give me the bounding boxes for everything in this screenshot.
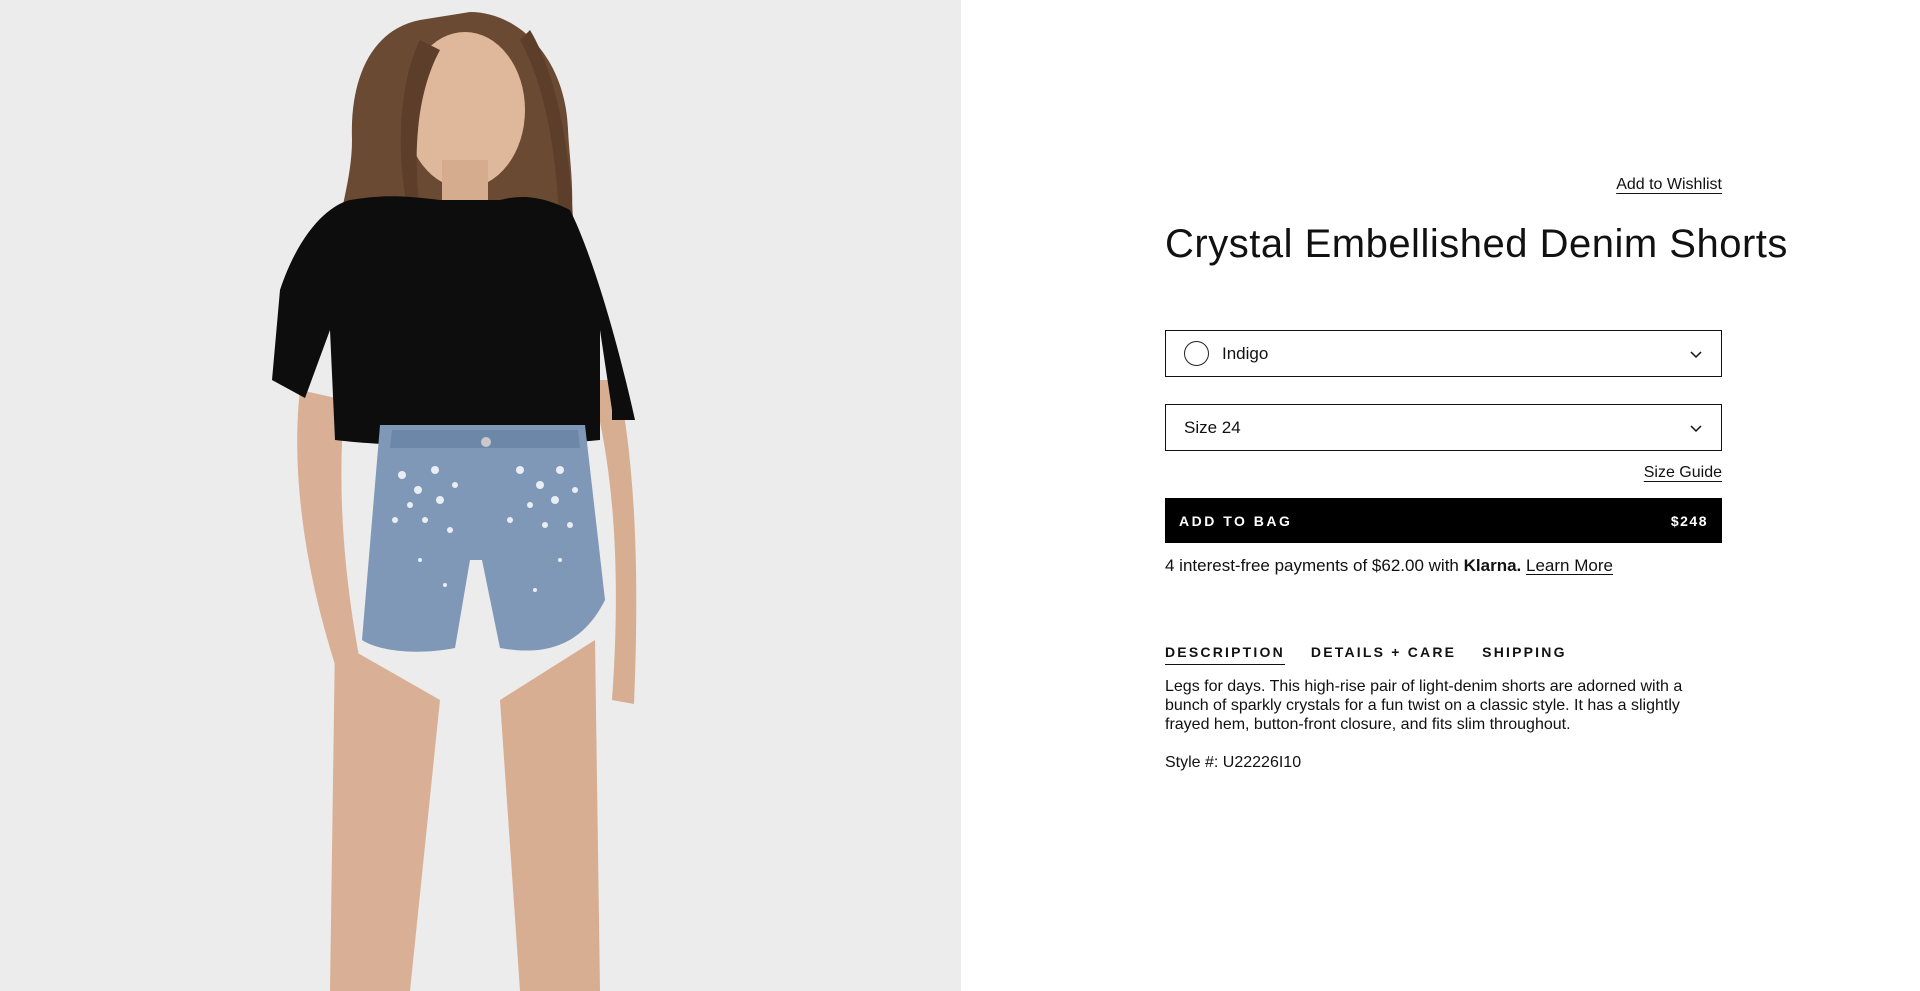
- color-select[interactable]: Indigo: [1165, 330, 1722, 377]
- product-photo-model: [0, 0, 961, 991]
- product-tabs: DESCRIPTION DETAILS + CARE SHIPPING: [1165, 644, 1567, 665]
- tab-details-care[interactable]: DETAILS + CARE: [1311, 644, 1456, 665]
- klarna-logo: Klarna.: [1463, 556, 1522, 575]
- chevron-down-icon: [1690, 424, 1702, 432]
- product-title: Crystal Embellished Denim Shorts: [1165, 222, 1788, 266]
- add-to-wishlist-link[interactable]: Add to Wishlist: [1616, 176, 1722, 194]
- klarna-learn-more-link[interactable]: Learn More: [1526, 556, 1613, 575]
- klarna-message: 4 interest-free payments of $62.00 with …: [1165, 556, 1613, 576]
- product-info-panel: Add to Wishlist Crystal Embellished Deni…: [1165, 0, 1787, 991]
- size-select-value: Size 24: [1184, 417, 1241, 437]
- chevron-down-icon: [1690, 350, 1702, 358]
- color-select-value: Indigo: [1222, 343, 1269, 363]
- add-to-bag-button[interactable]: ADD TO BAG $248: [1165, 498, 1722, 543]
- tab-shipping[interactable]: SHIPPING: [1482, 644, 1567, 665]
- tab-description[interactable]: DESCRIPTION: [1165, 644, 1285, 665]
- product-image[interactable]: [0, 0, 961, 991]
- style-number: Style #: U22226I10: [1165, 754, 1302, 771]
- add-to-bag-label: ADD TO BAG: [1179, 512, 1293, 529]
- size-select[interactable]: Size 24: [1165, 404, 1722, 451]
- size-guide-link[interactable]: Size Guide: [1644, 464, 1722, 482]
- price: $248: [1670, 512, 1708, 529]
- klarna-text: 4 interest-free payments of $62.00 with: [1165, 556, 1459, 575]
- product-description: Legs for days. This high-rise pair of li…: [1165, 678, 1683, 733]
- color-swatch: [1184, 341, 1209, 366]
